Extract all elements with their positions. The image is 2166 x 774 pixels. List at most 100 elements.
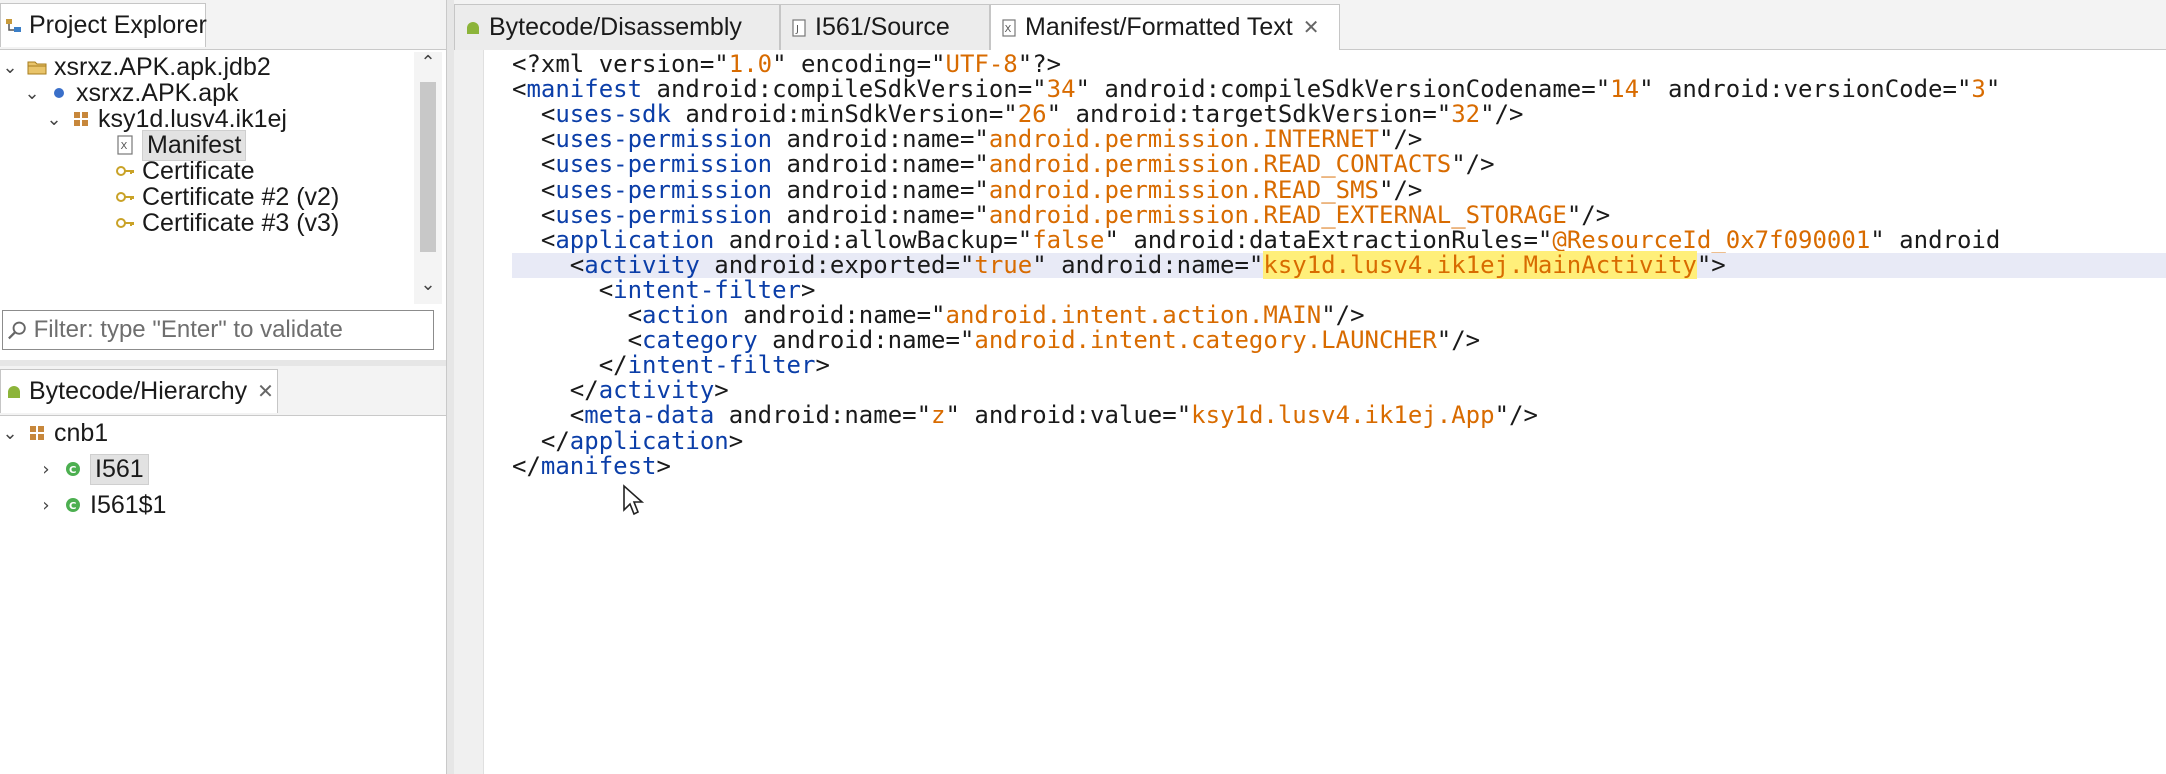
scrollbar-thumb[interactable]: [420, 82, 436, 252]
tab-project-explorer[interactable]: Project Explorer: [0, 3, 207, 47]
code-token: uses-permission: [555, 175, 773, 204]
code-token: UTF-8: [945, 50, 1018, 78]
code-token: android:name=": [757, 326, 975, 355]
tree-item[interactable]: › C I561: [36, 452, 149, 486]
project-explorer-header: Project Explorer: [0, 0, 448, 50]
svg-text:C: C: [69, 501, 76, 512]
code-token: android.intent.category.LAUNCHER: [974, 326, 1437, 355]
code-line[interactable]: <activity android:exported="true" androi…: [512, 250, 2166, 279]
code-token: " android: [1870, 225, 2001, 254]
package-icon: [74, 112, 88, 126]
code-token: false: [1032, 225, 1105, 254]
code-token: application: [555, 225, 715, 254]
code-token: <?xml version=": [512, 50, 729, 78]
code-line[interactable]: <action android:name="android.intent.act…: [512, 303, 2166, 328]
tab-manifest-formatted-text[interactable]: X Manifest/Formatted Text ✕: [990, 4, 1340, 50]
tree-item[interactable]: Certificate #3 (v3): [88, 206, 339, 240]
filter-input[interactable]: [33, 316, 433, 344]
code-line[interactable]: <uses-permission android:name="android.p…: [512, 200, 2166, 229]
code-line[interactable]: </intent-filter>: [512, 353, 2166, 378]
tab-bytecode-hierarchy[interactable]: Bytecode/Hierarchy ✕: [0, 369, 278, 413]
tree-item[interactable]: ⌄ cnb1: [0, 416, 108, 450]
close-icon[interactable]: ✕: [1303, 15, 1320, 40]
code-view[interactable]: <?xml version="1.0" encoding="UTF-8"?> <m…: [512, 50, 2166, 774]
code-token: <: [512, 200, 556, 229]
scroll-down-icon[interactable]: ⌄: [414, 274, 442, 295]
svg-text:C: C: [69, 465, 76, 476]
code-token: 3: [1971, 75, 1986, 104]
tab-label: Manifest/Formatted Text: [1025, 13, 1293, 41]
chevron-right-icon[interactable]: ›: [36, 495, 56, 516]
class-icon: C: [66, 498, 80, 512]
code-line[interactable]: <meta-data android:name="z" android:valu…: [512, 403, 2166, 428]
key-icon: [116, 218, 134, 228]
code-token: " encoding=": [772, 50, 946, 78]
code-token: "/>: [1379, 125, 1423, 154]
code-line[interactable]: </activity>: [512, 378, 2166, 403]
code-line[interactable]: <category android:name="android.intent.c…: [512, 328, 2166, 353]
project-explorer-title: Project Explorer: [29, 11, 207, 39]
code-token: intent-filter: [627, 351, 816, 380]
code-line[interactable]: </application>: [512, 426, 2166, 455]
filter-box: [2, 310, 434, 350]
code-token: android:name=": [728, 301, 946, 329]
code-token: " android:targetSdkVersion=": [1046, 100, 1452, 129]
code-token: 34: [1046, 75, 1076, 104]
hierarchy-title: Bytecode/Hierarchy: [29, 377, 248, 405]
code-token: 32: [1451, 100, 1481, 129]
code-line[interactable]: <uses-sdk android:minSdkVersion="26" and…: [512, 102, 2166, 127]
code-line[interactable]: <?xml version="1.0" encoding="UTF-8"?>: [512, 52, 2166, 77]
code-line[interactable]: <manifest android:compileSdkVersion="34"…: [512, 77, 2166, 102]
chevron-down-icon[interactable]: ⌄: [0, 423, 20, 444]
code-token: "/>: [1480, 100, 1524, 129]
code-token: action: [642, 301, 729, 329]
code-line[interactable]: <application android:allowBackup="false"…: [512, 225, 2166, 254]
tree-item[interactable]: › C I561$1: [36, 488, 166, 522]
code-token: >: [728, 426, 744, 455]
tab-label: I561/Source: [815, 13, 950, 41]
tab-bytecode-disassembly[interactable]: Bytecode/Disassembly: [454, 4, 780, 50]
search-icon: [8, 321, 26, 340]
code-token: activity: [584, 250, 700, 279]
code-line[interactable]: <uses-permission android:name="android.p…: [512, 152, 2166, 177]
code-token: android:name=": [714, 401, 932, 430]
manifest-icon: X: [1002, 18, 1016, 37]
editor-area[interactable]: <?xml version="1.0" encoding="UTF-8"?> <m…: [454, 50, 2166, 774]
tab-label: Bytecode/Disassembly: [489, 13, 742, 41]
code-token: uses-permission: [555, 200, 773, 229]
tab-i561-source[interactable]: J I561/Source: [780, 4, 990, 50]
code-token: @ResourceId_0x7f090001: [1552, 225, 1871, 254]
package-icon: [30, 426, 44, 440]
code-line[interactable]: <intent-filter>: [512, 277, 2166, 303]
vertical-splitter[interactable]: [446, 0, 454, 774]
code-token: android:name=": [772, 150, 989, 179]
android-icon: [467, 21, 479, 34]
code-token: android:name=": [772, 175, 989, 204]
chevron-right-icon[interactable]: ›: [36, 459, 56, 480]
hierarchy-tree: ⌄ cnb1 › C I561 › C I561$1: [0, 419, 440, 762]
code-line[interactable]: <uses-permission android:name="android.p…: [512, 127, 2166, 152]
hierarchy-header: Bytecode/Hierarchy ✕: [0, 366, 448, 416]
code-token: true: [974, 250, 1033, 279]
key-icon: [116, 192, 134, 202]
close-icon[interactable]: ✕: [257, 379, 274, 404]
code-token: ksy1d.lusv4.ik1ej.MainActivity: [1263, 250, 1697, 279]
project-folder-icon: [27, 61, 47, 75]
code-token: " android:compileSdkVersionCodename=": [1075, 75, 1611, 104]
code-token: "/>: [1451, 150, 1495, 179]
scroll-up-icon[interactable]: ⌃: [414, 52, 442, 73]
chevron-down-icon[interactable]: ⌄: [44, 109, 64, 130]
code-line[interactable]: </manifest>: [512, 453, 2166, 479]
chevron-down-icon[interactable]: ⌄: [22, 83, 42, 104]
svg-text:J: J: [795, 24, 799, 35]
android-icon: [8, 385, 20, 398]
chevron-down-icon[interactable]: ⌄: [0, 57, 20, 78]
code-token: activity: [598, 376, 715, 405]
code-token: "/>: [1321, 301, 1365, 329]
code-line[interactable]: <uses-permission android:name="android.p…: [512, 175, 2166, 204]
project-tree-scrollbar[interactable]: ⌃ ⌄: [414, 52, 442, 304]
code-token: 14: [1610, 75, 1640, 104]
code-token: <: [512, 301, 643, 329]
code-token: android.permission.INTERNET: [988, 125, 1379, 154]
code-token: android:minSdkVersion=": [670, 100, 1018, 129]
